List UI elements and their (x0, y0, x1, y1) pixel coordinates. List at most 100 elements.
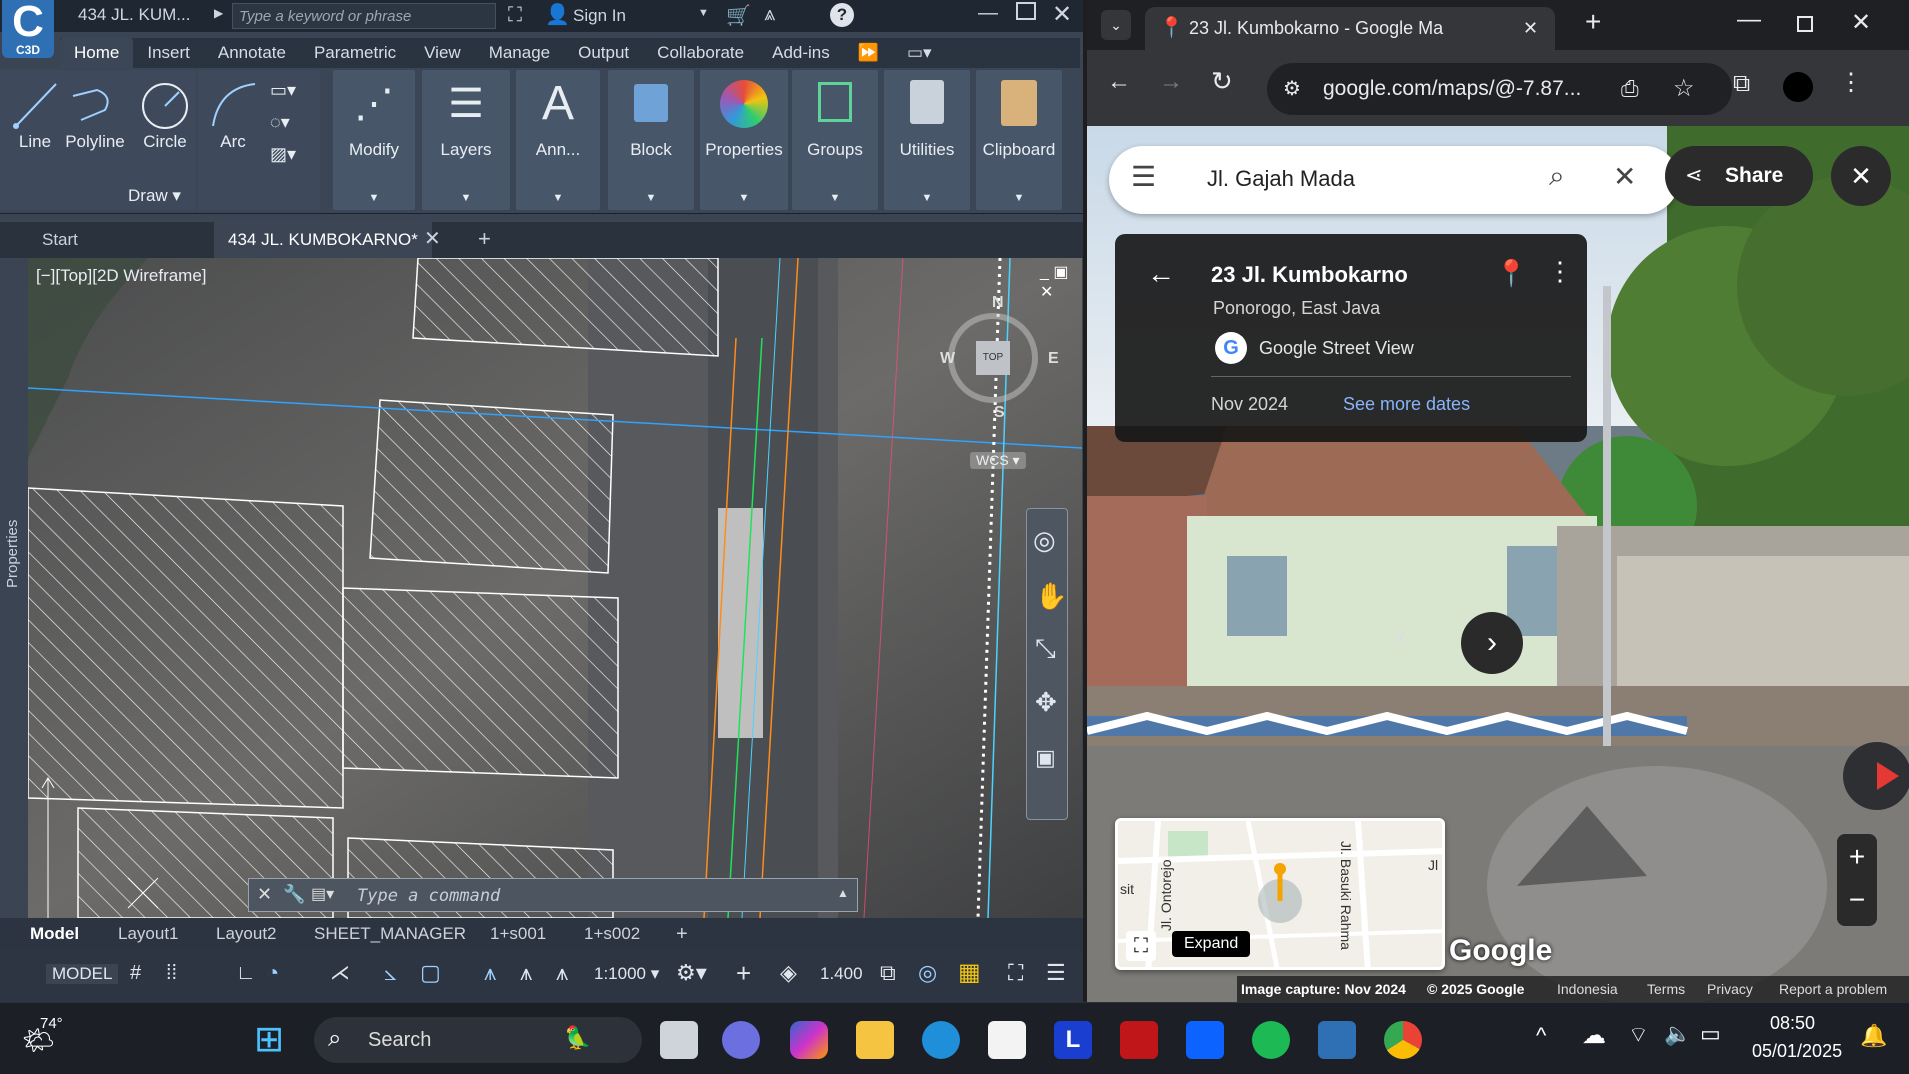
mcafee-icon[interactable] (1120, 1021, 1158, 1059)
tab-drawing[interactable]: 434 JL. KUMBOKARNO* (214, 222, 432, 258)
reload-icon[interactable]: ↻ (1211, 66, 1233, 97)
tab-collaborate[interactable]: Collaborate (643, 38, 758, 68)
snap-icon[interactable]: ⁞⁞ (166, 962, 177, 985)
plus-icon[interactable]: + (736, 958, 751, 989)
viewport-close-icon[interactable]: _ ▣ ✕ (1040, 262, 1082, 302)
zoom-in-icon[interactable]: + (1837, 834, 1877, 880)
chat-icon[interactable] (722, 1021, 760, 1059)
terms-link[interactable]: Terms (1647, 976, 1685, 1002)
arc-tool[interactable]: Arc (198, 76, 268, 176)
tab-add-ins[interactable]: Add-ins (758, 38, 844, 68)
chevron-right-icon[interactable]: › (1461, 612, 1523, 674)
clock-time[interactable]: 08:50 (1770, 1013, 1815, 1034)
mini-map[interactable]: Jl. Basuki Rahma Jl. Ontorejo Jl sit ⛶ E… (1115, 818, 1445, 970)
tab-search-icon[interactable]: ⌄ (1101, 10, 1131, 40)
more-menu-icon[interactable]: ⋮ (1839, 68, 1863, 97)
civil3d-logo[interactable]: C C3D (2, 0, 54, 58)
street-view[interactable]: ☰ Jl. Gajah Mada ⌕ ✕ ⋖ Share ✕ ← 23 Jl. … (1087, 126, 1909, 1002)
cart-icon[interactable]: 🛒 (726, 3, 751, 28)
gear-icon[interactable]: ⚙▾ (676, 960, 707, 986)
utilities-panel[interactable]: Utilities ▼ (884, 70, 970, 210)
layer-stack-icon[interactable]: ◈ (780, 960, 797, 986)
location-pin-icon[interactable]: 📍 (1495, 258, 1527, 289)
groups-panel[interactable]: Groups ▼ (792, 70, 878, 210)
task-view-icon[interactable] (660, 1021, 698, 1059)
back-icon[interactable]: ← (1107, 68, 1131, 96)
tab-s001[interactable]: 1+s001 (490, 918, 546, 950)
wcs-menu[interactable]: WCS ▾ (970, 452, 1026, 469)
chevron-down-icon[interactable]: ▼ (698, 7, 709, 19)
help-icon[interactable]: ? (830, 3, 854, 27)
add-layout-icon[interactable]: + (676, 918, 688, 950)
bookmark-star-icon[interactable]: ☆ (1673, 63, 1695, 115)
hatch-icon[interactable]: ▨▾ (270, 144, 296, 165)
chrome-icon[interactable] (1384, 1021, 1422, 1059)
spotify-icon[interactable] (1252, 1021, 1290, 1059)
isodraft-icon[interactable]: ⦣ (384, 960, 397, 986)
file-explorer-icon[interactable] (856, 1021, 894, 1059)
clear-search-icon[interactable]: ✕ (1613, 160, 1636, 193)
address-bar[interactable]: ⚙ google.com/maps/@-7.87... ⎙ ☆ (1267, 63, 1732, 115)
circle-tool[interactable]: Circle (130, 76, 200, 176)
store-icon[interactable] (988, 1021, 1026, 1059)
url-text[interactable]: google.com/maps/@-7.87... (1323, 63, 1581, 115)
polyline-tool[interactable]: Polyline (60, 76, 130, 176)
site-info-icon[interactable]: ⚙ (1283, 63, 1301, 115)
viewcube-west[interactable]: W (940, 350, 955, 368)
customize-icon[interactable]: ☰ (1046, 960, 1066, 986)
copilot-icon[interactable] (790, 1021, 828, 1059)
new-tab-icon[interactable]: + (478, 226, 491, 252)
zoom-out-icon[interactable]: − (1837, 880, 1877, 926)
pan-icon[interactable]: ✋ (1035, 581, 1067, 612)
close-icon[interactable]: ✕ (1851, 8, 1871, 37)
tab-layout1[interactable]: Layout1 (118, 918, 179, 950)
tab-sheet-manager[interactable]: SHEET_MANAGER (314, 918, 466, 950)
annotation-panel[interactable]: A Ann... ▼ (516, 70, 600, 210)
civil-toolbar-icon[interactable]: ▦ (958, 958, 981, 987)
search-input[interactable]: Jl. Gajah Mada (1207, 166, 1355, 192)
volume-icon[interactable]: 🔈 (1664, 1021, 1691, 1047)
viewcube[interactable]: TOP (948, 313, 1038, 403)
user-icon[interactable]: 👤 (545, 2, 570, 27)
forward-icon[interactable]: → (1159, 68, 1183, 96)
fullscreen-icon[interactable]: ⛶ (1008, 960, 1023, 986)
polar-icon[interactable]: ◔ (266, 960, 279, 986)
taskbar-search[interactable]: ⌕ Search 🦜 (314, 1017, 642, 1063)
search-icon[interactable]: ⌕ (1549, 160, 1565, 193)
viewcube-east[interactable]: E (1048, 350, 1059, 368)
extensions-icon[interactable]: ⧉ (1733, 70, 1750, 98)
rectangle-icon[interactable]: ▭▾ (270, 80, 296, 101)
drawing-viewport[interactable]: [−][Top][2D Wireframe] _ ▣ ✕ TOP N S E W… (28, 258, 1082, 918)
a360-icon[interactable]: ⩓ (764, 3, 775, 26)
osnap-tracking-icon[interactable]: ⋌ (330, 960, 350, 985)
modify-panel[interactable]: ⋰ Modify ▼ (333, 70, 415, 210)
edge-icon[interactable] (922, 1021, 960, 1059)
report-problem-link[interactable]: Report a problem (1779, 976, 1887, 1002)
minimize-icon[interactable]: — (1737, 6, 1761, 34)
object-snap-icon[interactable]: ▢ (420, 960, 441, 986)
tab-start[interactable]: Start (28, 222, 92, 258)
place-name[interactable]: 23 Jl. Kumbokarno (1211, 262, 1408, 288)
model-space-button[interactable]: MODEL (46, 964, 119, 984)
command-close-icon[interactable]: ✕ (257, 884, 272, 905)
privacy-link[interactable]: Privacy (1707, 976, 1753, 1002)
chevron-up-icon[interactable]: ▲ (837, 886, 849, 900)
hardware-accel-icon[interactable]: ◎ (918, 960, 937, 986)
cloud-icon[interactable]: ☁ (1582, 1021, 1606, 1050)
clock-date[interactable]: 05/01/2025 (1752, 1041, 1842, 1062)
elevation-value[interactable]: 1.400 (820, 964, 863, 984)
back-arrow-icon[interactable]: ← (1147, 258, 1175, 290)
ortho-icon[interactable]: ∟ (236, 962, 256, 985)
tab-manage[interactable]: Manage (475, 38, 564, 68)
annotation-scale-icon[interactable]: ⩚ (556, 960, 568, 986)
chevron-up-icon[interactable]: ^ (1536, 1023, 1546, 1049)
see-more-dates-link[interactable]: See more dates (1343, 394, 1470, 415)
layers-panel[interactable]: ☰ Layers ▼ (422, 70, 510, 210)
close-tab-icon[interactable]: ✕ (1523, 7, 1538, 50)
expand-icon[interactable]: ⛶ (1126, 931, 1156, 961)
more-tabs-icon[interactable]: ⏩ (844, 38, 893, 68)
tab-model[interactable]: Model (30, 918, 79, 950)
country-link[interactable]: Indonesia (1557, 976, 1618, 1002)
sign-in-button[interactable]: Sign In (573, 6, 626, 26)
tab-layout2[interactable]: Layout2 (216, 918, 277, 950)
